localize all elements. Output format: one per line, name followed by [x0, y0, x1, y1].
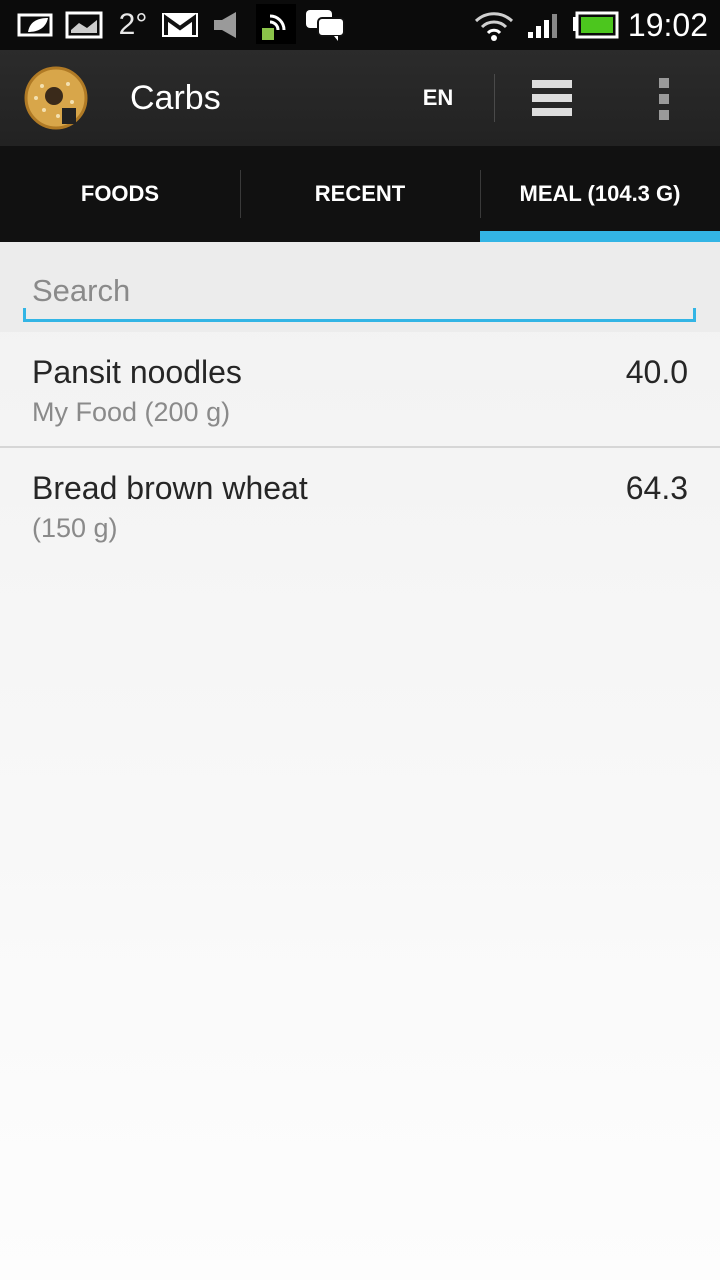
list-item[interactable]: Bread brown wheat (150 g) 64.3 — [0, 448, 720, 562]
signal-icon — [526, 8, 562, 42]
list-item[interactable]: Pansit noodles My Food (200 g) 40.0 — [0, 332, 720, 448]
food-detail: (150 g) — [32, 513, 118, 543]
tab-recent[interactable]: RECENT — [240, 146, 480, 242]
clock: 19:02 — [627, 7, 708, 43]
chat-icon — [304, 8, 346, 42]
food-detail: My Food (200 g) — [32, 397, 231, 427]
action-bar-divider — [494, 74, 495, 122]
app-logo-donut-icon[interactable] — [24, 66, 88, 130]
app-title: Carbs — [130, 79, 221, 117]
volume-icon — [212, 8, 244, 42]
food-name: Pansit noodles — [32, 354, 242, 390]
list-view-icon[interactable] — [520, 72, 584, 124]
image-icon — [64, 8, 104, 42]
status-bar: 2° 19:02 — [0, 0, 720, 50]
overflow-menu-icon[interactable] — [640, 72, 688, 124]
food-name: Bread brown wheat — [32, 470, 308, 506]
weather-leaf-icon — [16, 8, 56, 42]
gmail-icon — [160, 8, 200, 42]
cast-icon — [256, 4, 296, 44]
search-bar — [0, 242, 720, 332]
battery-icon — [572, 8, 620, 42]
tab-bar: FOODS RECENT MEAL (104.3 G) — [0, 146, 720, 242]
tab-meal[interactable]: MEAL (104.3 G) — [480, 146, 720, 242]
action-bar: Carbs EN — [0, 50, 720, 146]
wifi-icon — [474, 8, 514, 42]
carb-value: 40.0 — [625, 354, 688, 390]
meal-list: Pansit noodles My Food (200 g) 40.0 Brea… — [0, 332, 720, 562]
search-input[interactable] — [24, 262, 696, 322]
carb-value: 64.3 — [625, 470, 688, 506]
temperature: 2° — [118, 8, 148, 41]
tab-foods[interactable]: FOODS — [0, 146, 240, 242]
language-button[interactable]: EN — [408, 74, 468, 122]
